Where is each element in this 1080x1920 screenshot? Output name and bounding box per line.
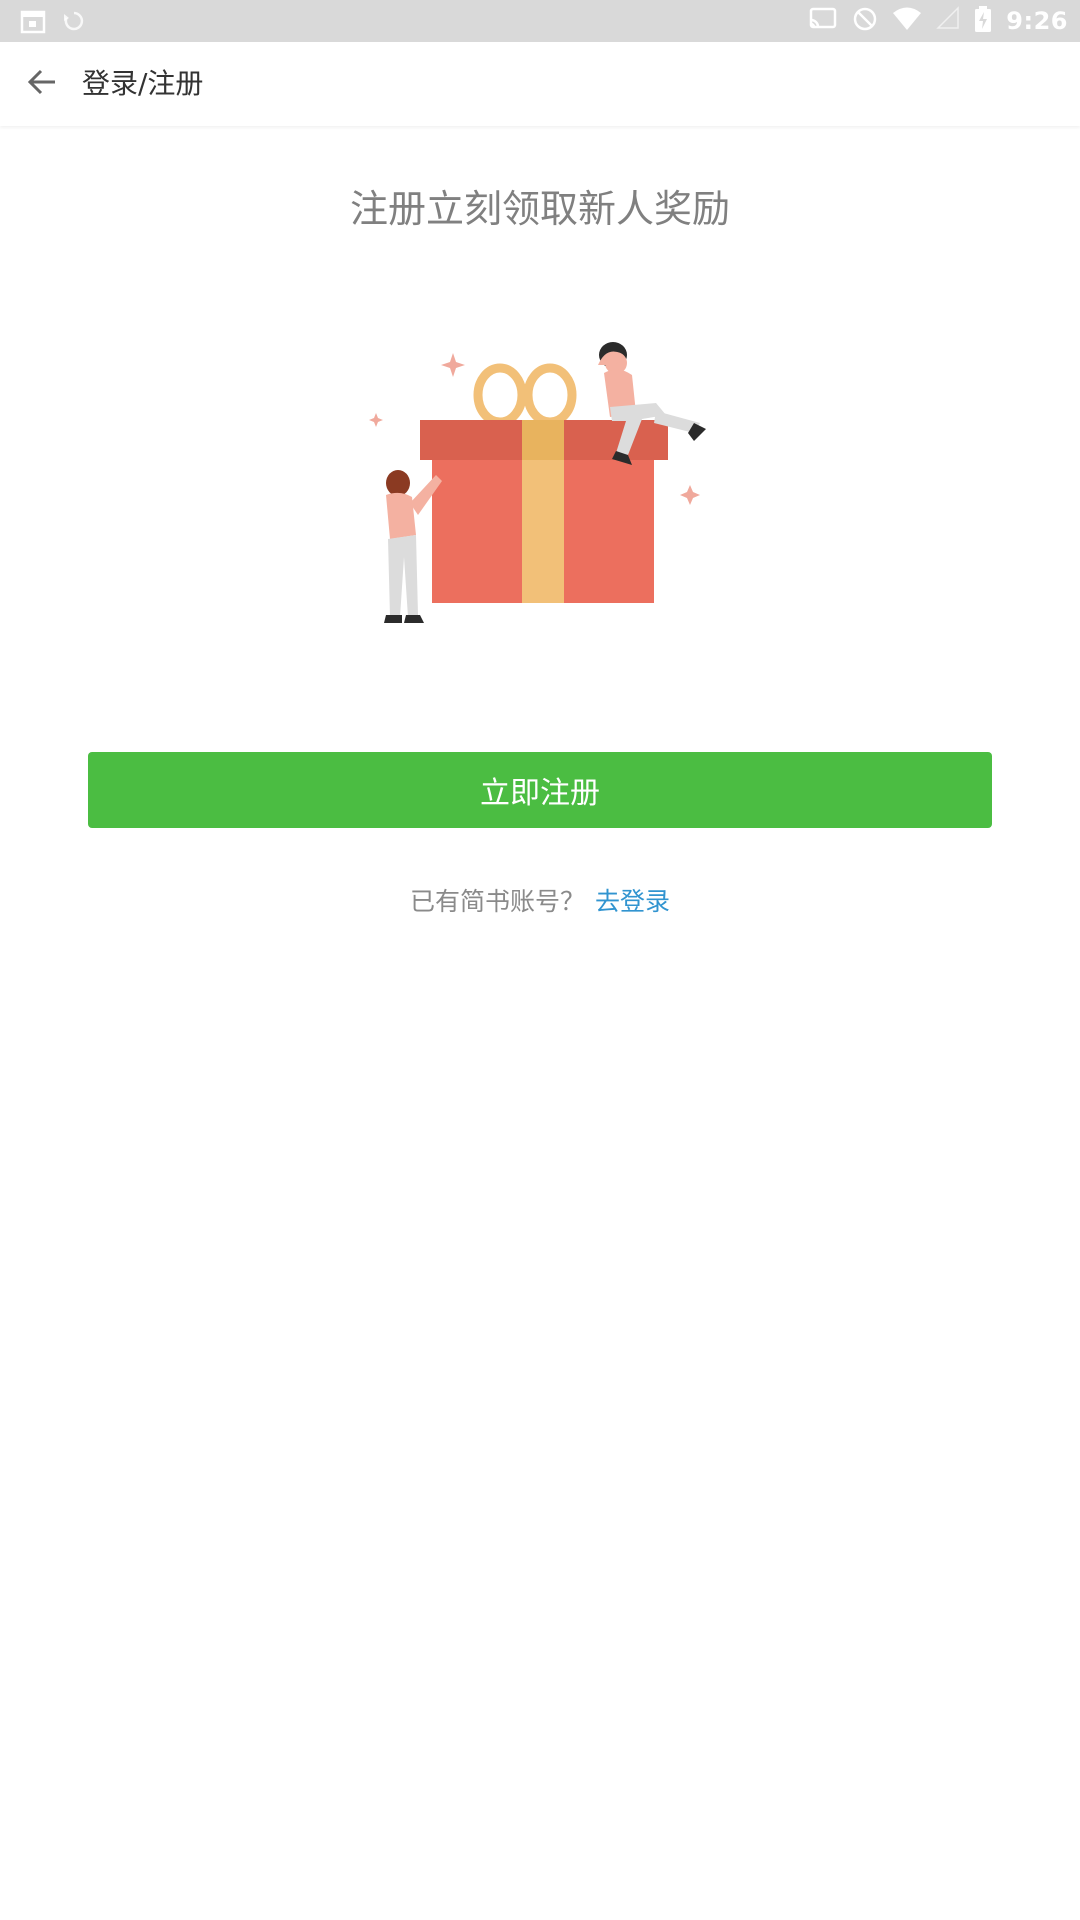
do-not-disturb-icon (852, 6, 878, 36)
back-button[interactable] (20, 62, 64, 106)
login-prompt-text: 已有简书账号？ (409, 887, 585, 916)
arrow-left-icon (26, 66, 58, 102)
battery-charging-icon (974, 5, 992, 37)
status-bar: 9:26 (0, 0, 1080, 42)
register-button[interactable]: 立即注册 (88, 752, 992, 828)
promo-headline: 注册立刻领取新人奖励 (349, 187, 730, 231)
sync-icon (62, 8, 86, 38)
login-prompt: 已有简书账号？ 去登录 (0, 882, 1080, 918)
toolbar: 登录/注册 (0, 42, 1080, 126)
cast-icon (808, 6, 838, 36)
calendar-icon (20, 8, 46, 38)
signal-icon (936, 6, 960, 36)
status-time: 9:26 (1006, 7, 1068, 35)
page-title: 登录/注册 (82, 67, 204, 100)
wifi-icon (892, 6, 922, 36)
login-link[interactable]: 去登录 (595, 887, 670, 916)
gift-illustration (360, 335, 720, 645)
